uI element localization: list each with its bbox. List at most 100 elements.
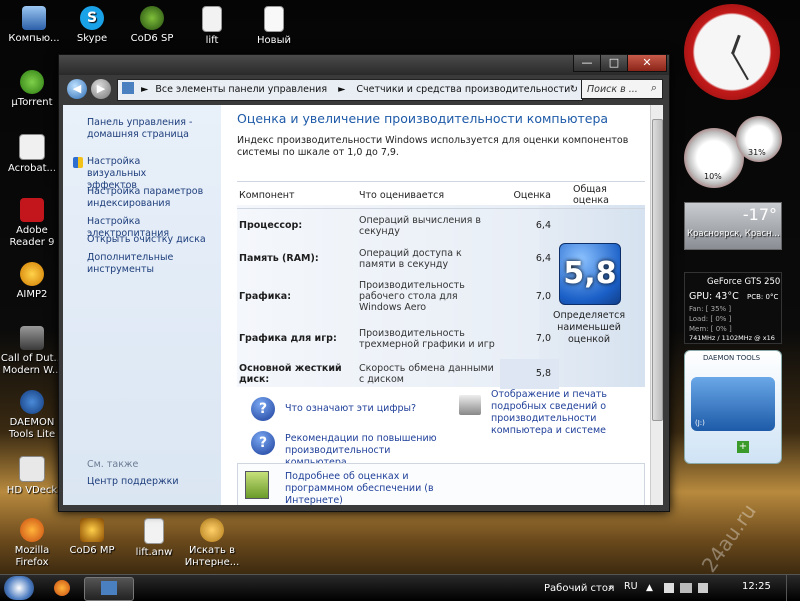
sidebar: Панель управления - домашняя страница На… <box>63 105 221 505</box>
weather-city: Красноярск, Красн... <box>687 229 780 239</box>
tray-expand-icon[interactable]: ▲ <box>646 583 653 593</box>
gpu-load: Load: [ 0% ] <box>689 315 732 323</box>
desktop-icon-lift-anw[interactable]: lift.anw <box>122 518 186 559</box>
memory-meter-gadget[interactable]: 31% <box>736 116 782 162</box>
address-bar: ◀ ▶ ► Все элементы панели управления ► С… <box>65 77 663 103</box>
flag-icon[interactable] <box>664 583 674 593</box>
language-indicator[interactable]: RU <box>624 581 638 592</box>
breadcrumb[interactable]: ► Все элементы панели управления ► Счетч… <box>117 79 583 101</box>
link-more-info-online[interactable]: Подробнее об оценках и программном обесп… <box>285 471 435 505</box>
desktop-icon-search-internet[interactable]: Искать в Интерне... <box>180 518 244 569</box>
shield-icon <box>73 157 83 168</box>
gpu-fan: Fan: [ 35% ] <box>689 305 732 313</box>
component-desc: Производительность трехмерной графики и … <box>359 327 495 350</box>
component-desc: Операций вычисления в секунду <box>359 214 481 237</box>
desktop-toolbar-label[interactable]: Рабочий стол <box>544 583 614 594</box>
desktop-icon-label: CoD6 SP <box>130 33 174 44</box>
desktop-icon-label: Modern W... <box>2 365 62 376</box>
memory-percent: 31% <box>748 148 766 157</box>
window-titlebar[interactable]: — □ ✕ <box>59 55 669 75</box>
control-panel-icon <box>101 581 117 595</box>
scrollbar-thumb[interactable] <box>652 119 663 421</box>
desktop-icon-label: Mozilla <box>14 545 50 556</box>
link-what-do-numbers-mean[interactable]: Что означают эти цифры? <box>285 403 416 415</box>
desktop-icon-label: Adobe <box>16 225 48 236</box>
component-score: 6,4 <box>535 253 551 264</box>
desktop-icon-new[interactable]: Новый <box>242 6 306 47</box>
search-icon[interactable]: ⌕ <box>651 81 657 95</box>
desktop-icon-label: Reader 9 <box>9 237 55 248</box>
component-name: Основной жесткий диск: <box>239 362 342 385</box>
desktop-icon-cod6mp[interactable]: CoD6 MP <box>60 518 124 557</box>
weather-gadget[interactable]: -17° Красноярск, Красн... <box>684 202 782 250</box>
sidebar-link-home[interactable]: Панель управления - домашняя страница <box>87 117 217 141</box>
desktop-icon-skype[interactable]: S Skype <box>60 6 124 45</box>
control-panel-icon <box>122 82 134 94</box>
firefox-icon <box>20 518 44 542</box>
clock-time[interactable]: 12:25 <box>742 581 771 592</box>
sidebar-link-action-center[interactable]: Центр поддержки <box>87 476 179 488</box>
desktop-icon-label: Искать в <box>189 545 235 556</box>
sidebar-link-disk-cleanup[interactable]: Открыть очистку диска <box>87 234 217 246</box>
component-desc: Скорость обмена данными с диском <box>359 362 494 385</box>
close-button[interactable]: ✕ <box>627 55 667 72</box>
refresh-icon[interactable]: ↻ <box>570 80 578 100</box>
col-base: Общая оценка <box>559 181 645 209</box>
back-button[interactable]: ◀ <box>67 79 87 99</box>
adobe-reader-icon <box>20 198 44 222</box>
maximize-button[interactable]: □ <box>600 55 628 72</box>
gpu-pcb: PCB: 0°C <box>747 293 779 301</box>
desktop-icon-adobe-reader[interactable]: Adobe Reader 9 <box>0 198 64 249</box>
vertical-scrollbar[interactable] <box>650 105 663 505</box>
network-icon[interactable] <box>680 583 692 593</box>
see-also-heading: См. также <box>87 459 139 470</box>
minimize-button[interactable]: — <box>573 55 601 72</box>
desktop-icon-call-of-duty[interactable]: Call of Dut... Modern W... <box>0 326 64 377</box>
desktop-icon-firefox[interactable]: Mozilla Firefox <box>0 518 64 569</box>
clock-gadget[interactable] <box>684 4 780 100</box>
col-component: Компонент <box>237 181 358 209</box>
desktop-icon-hd-vdeck[interactable]: HD VDeck <box>0 456 64 497</box>
gpu-monitor-gadget[interactable]: GeForce GTS 250 GPU: 43°C PCB: 0°C Fan: … <box>684 272 782 344</box>
desktop-icon-label: Skype <box>76 33 108 44</box>
desktop-icon-computer[interactable]: Компью... <box>2 6 66 45</box>
weather-temperature: -17° <box>742 205 777 224</box>
daemon-title: DAEMON TOOLS <box>703 354 761 362</box>
breadcrumb-item-performance[interactable]: Счетчики и средства производительности <box>356 84 570 95</box>
base-score-caption: Определяется наименьшей оценкой <box>553 310 626 345</box>
sidebar-link-indexing[interactable]: Настройка параметров индексирования <box>87 186 207 210</box>
breadcrumb-separator[interactable]: ► <box>338 84 345 95</box>
taskbar-control-panel[interactable] <box>84 577 134 601</box>
taskbar-firefox[interactable] <box>48 578 76 598</box>
component-score: 6,4 <box>535 220 551 232</box>
desktop-icon-lift[interactable]: lift <box>180 6 244 47</box>
desktop-icon-cod6sp[interactable]: CoD6 SP <box>120 6 184 45</box>
sidebar-link-advanced-tools[interactable]: Дополнительные инструменты <box>87 252 197 276</box>
page-title: Оценка и увеличение производительности к… <box>237 111 609 126</box>
desktop-icon-utorrent[interactable]: µTorrent <box>0 70 64 109</box>
daemon-tools-gadget[interactable]: DAEMON TOOLS (J:) + <box>684 350 782 464</box>
desktop-icon-aimp2[interactable]: AIMP2 <box>0 262 64 301</box>
aimp-icon <box>20 262 44 286</box>
show-desktop-button[interactable] <box>786 575 799 601</box>
document-icon <box>202 6 222 32</box>
start-button[interactable] <box>4 576 34 600</box>
desktop-toolbar-arrow-icon[interactable]: » <box>608 583 614 593</box>
add-drive-icon[interactable]: + <box>737 441 749 453</box>
breadcrumb-item-all-items[interactable]: Все элементы панели управления <box>155 84 327 95</box>
skype-icon: S <box>80 6 104 30</box>
software-icon <box>245 471 269 499</box>
desktop-icon-label: Tools Lite <box>8 429 56 440</box>
cpu-meter-gadget[interactable]: 10% <box>684 128 744 188</box>
window-content: Панель управления - домашняя страница На… <box>63 105 663 505</box>
link-print-details[interactable]: Отображение и печать подробных сведений … <box>491 389 647 437</box>
volume-icon[interactable] <box>698 583 708 593</box>
table-header: Компонент Что оценивается Оценка Общая о… <box>237 181 645 209</box>
main-panel: Оценка и увеличение производительности к… <box>237 105 647 505</box>
acrobat-icon <box>19 134 45 160</box>
component-desc: Производительность рабочего стола для Wi… <box>359 280 465 313</box>
forward-button[interactable]: ▶ <box>91 79 111 99</box>
desktop-icon-label: Новый <box>257 35 291 46</box>
desktop-icon-daemon-tools[interactable]: DAEMON Tools Lite <box>0 390 64 441</box>
desktop-icon-acrobat[interactable]: Acrobat... <box>0 134 64 175</box>
